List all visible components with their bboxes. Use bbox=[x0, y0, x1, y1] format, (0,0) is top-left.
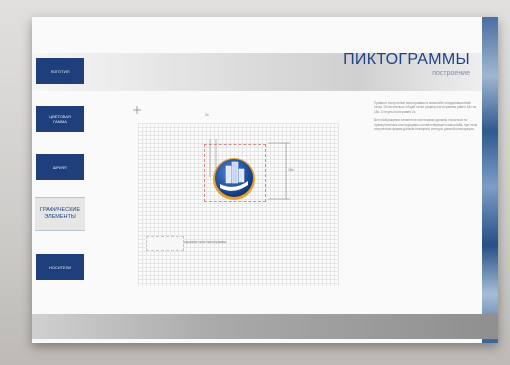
page-title: ПИКТОГРАММЫ bbox=[343, 51, 470, 68]
grid-origin-marker bbox=[133, 106, 141, 114]
nav-item-label: ГРАФИЧЕСКИЕ bbox=[39, 207, 81, 213]
nav-item-font[interactable]: ШРИФТ bbox=[36, 154, 84, 180]
description-paragraph-1: Правило построения пиктограммы в масштаб… bbox=[374, 101, 477, 114]
page-subtitle: построение bbox=[432, 70, 470, 77]
nav-item-colors[interactable]: ЦВЕТОВАЯ ГАММА bbox=[36, 106, 84, 132]
nav-item-label: ЛОГОТИП bbox=[50, 68, 70, 74]
caption-sample-box bbox=[146, 236, 184, 251]
nav-item-label: ШРИФТ bbox=[52, 164, 68, 170]
nav-item-graphics[interactable]: ГРАФИЧЕСКИЕ ЭЛЕМЕНТЫ bbox=[35, 197, 85, 231]
nav-item-sublabel: ГАММА bbox=[53, 119, 67, 124]
footer-band bbox=[32, 314, 498, 339]
nav-item-label: НОСИТЕЛИ bbox=[48, 264, 72, 270]
nav-item-media[interactable]: НОСИТЕЛИ bbox=[36, 254, 84, 280]
brandbook-page: ПИКТОГРАММЫ построение ЛОГОТИП ЦВЕТОВАЯ … bbox=[32, 17, 498, 343]
grid-caption: охранное поле пиктограммы bbox=[184, 240, 227, 244]
dimension-top-label: 2х bbox=[205, 113, 209, 117]
dimension-right-label: 18х bbox=[288, 168, 294, 172]
description-paragraph-2: Все изображения элементов пиктограмм дол… bbox=[374, 118, 478, 132]
pictogram-icon bbox=[209, 139, 255, 200]
nav-item-sublabel: ЭЛЕМЕНТЫ bbox=[44, 214, 76, 220]
decorative-texture bbox=[482, 17, 498, 343]
description-text: Правило построения пиктограммы в масштаб… bbox=[374, 101, 478, 135]
nav-item-logo[interactable]: ЛОГОТИП bbox=[36, 58, 84, 84]
page-background: ПИКТОГРАММЫ построение ЛОГОТИП ЦВЕТОВАЯ … bbox=[0, 0, 510, 365]
